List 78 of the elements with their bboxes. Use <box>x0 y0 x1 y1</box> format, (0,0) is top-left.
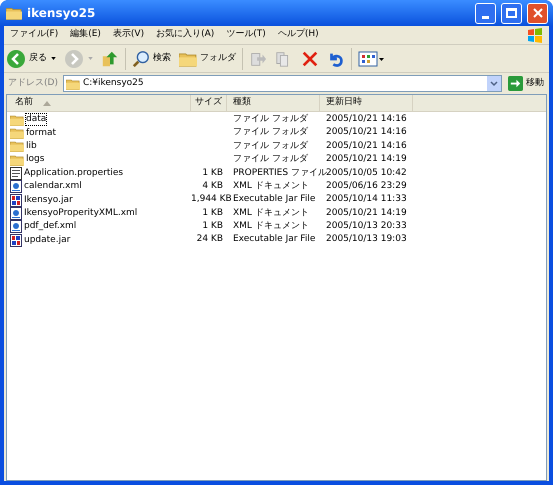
file-size: 1 KB <box>202 168 223 178</box>
file-size: 1 KB <box>202 208 223 218</box>
folder-icon <box>10 127 24 140</box>
file-name[interactable]: lib <box>26 140 37 152</box>
file-date: 2005/10/21 14:19 <box>326 208 407 218</box>
file-name[interactable]: Ikensyo.jar <box>24 194 73 206</box>
file-date: 2005/10/21 14:16 <box>326 140 407 151</box>
folder-icon <box>10 140 24 152</box>
search-button[interactable]: 検索 <box>132 50 171 68</box>
folder-icon <box>66 78 80 90</box>
file-date: 2005/10/21 14:19 <box>326 154 407 164</box>
folder-icon <box>179 50 197 66</box>
xml-document-icon <box>10 206 22 220</box>
file-type: XML ドキュメント <box>233 221 309 232</box>
xml-document-icon <box>10 180 22 194</box>
file-type: ファイル フォルダ <box>233 114 308 124</box>
file-name[interactable]: logs <box>26 154 44 166</box>
search-icon <box>132 50 150 68</box>
close-icon <box>532 8 542 18</box>
menu-item[interactable]: 編集(E) <box>64 28 107 42</box>
dropdown-icon[interactable] <box>487 76 501 91</box>
file-name[interactable]: data <box>26 114 46 126</box>
address-label: アドレス(D) <box>7 76 59 90</box>
views-icon[interactable] <box>358 50 384 68</box>
logo-icon <box>527 27 543 43</box>
column-header[interactable]: 名前 <box>7 95 191 111</box>
menu-item[interactable]: 表示(V) <box>106 28 150 42</box>
file-name[interactable]: calendar.xml <box>24 181 82 192</box>
file-type: Executable Jar File <box>233 194 316 204</box>
maximize-button[interactable] <box>501 2 522 24</box>
file-size: 4 KB <box>202 180 223 191</box>
archive-icon <box>10 194 22 207</box>
file-date: 2005/10/14 11:33 <box>326 194 407 204</box>
column-header[interactable]: 種類 <box>227 95 320 111</box>
file-size: 24 KB <box>196 234 223 244</box>
file-type: ファイル フォルダ <box>233 140 308 151</box>
file-size: 1,944 KB <box>191 194 232 204</box>
address-field[interactable]: C:¥ikensyo25 <box>62 75 502 92</box>
folder-icon <box>10 114 24 126</box>
file-date: 2005/10/13 20:33 <box>326 221 407 232</box>
xml-document-icon <box>10 220 22 234</box>
menu-item[interactable]: お気に入り(A) <box>150 28 220 42</box>
file-name[interactable]: update.jar <box>24 234 70 246</box>
up-folder-icon[interactable] <box>101 50 119 68</box>
file-date: 2005/10/05 10:42 <box>326 168 407 178</box>
menu-item[interactable]: ヘルプ(H) <box>272 28 325 42</box>
file-date: 2005/06/16 23:29 <box>326 180 407 191</box>
file-type: XML ドキュメント <box>233 208 309 218</box>
archive-icon <box>10 234 22 247</box>
file-type: ファイル フォルダ <box>233 154 308 164</box>
column-header[interactable]: 更新日時 <box>320 95 413 111</box>
file-name[interactable]: pdf_def.xml <box>24 221 76 232</box>
file-size: 1 KB <box>202 221 223 232</box>
file-date: 2005/10/21 14:16 <box>326 127 407 138</box>
sort-ascending-icon <box>43 100 51 106</box>
folder-icon <box>6 6 22 20</box>
folders-button[interactable]: フォルダ <box>179 50 236 66</box>
file-date: 2005/10/21 14:16 <box>326 114 407 124</box>
column-header[interactable]: サイズ <box>191 95 227 111</box>
file-date: 2005/10/13 19:03 <box>326 234 407 244</box>
file-type: PROPERTIES ファイル <box>233 168 327 178</box>
file-type: Executable Jar File <box>233 234 316 244</box>
caret-icon[interactable] <box>51 57 56 60</box>
file-type: XML ドキュメント <box>233 180 309 191</box>
file-type: ファイル フォルダ <box>233 127 308 138</box>
menu-item[interactable]: ツール(T) <box>220 28 272 42</box>
go-button[interactable]: 移動 <box>505 76 547 91</box>
menu-item[interactable]: ファイル(F) <box>4 28 64 42</box>
folder-icon <box>10 154 24 166</box>
window-title: ikensyo25 <box>27 5 96 22</box>
file-name[interactable]: IkensyoProperityXML.xml <box>24 208 138 219</box>
close-button[interactable] <box>527 2 548 24</box>
document-icon <box>10 166 22 180</box>
minimize-button[interactable] <box>475 2 496 24</box>
delete-icon[interactable] <box>301 50 319 68</box>
file-name[interactable]: Application.properties <box>24 168 124 179</box>
file-name[interactable]: format <box>26 128 56 139</box>
back-button[interactable]: 戻る <box>6 48 47 68</box>
